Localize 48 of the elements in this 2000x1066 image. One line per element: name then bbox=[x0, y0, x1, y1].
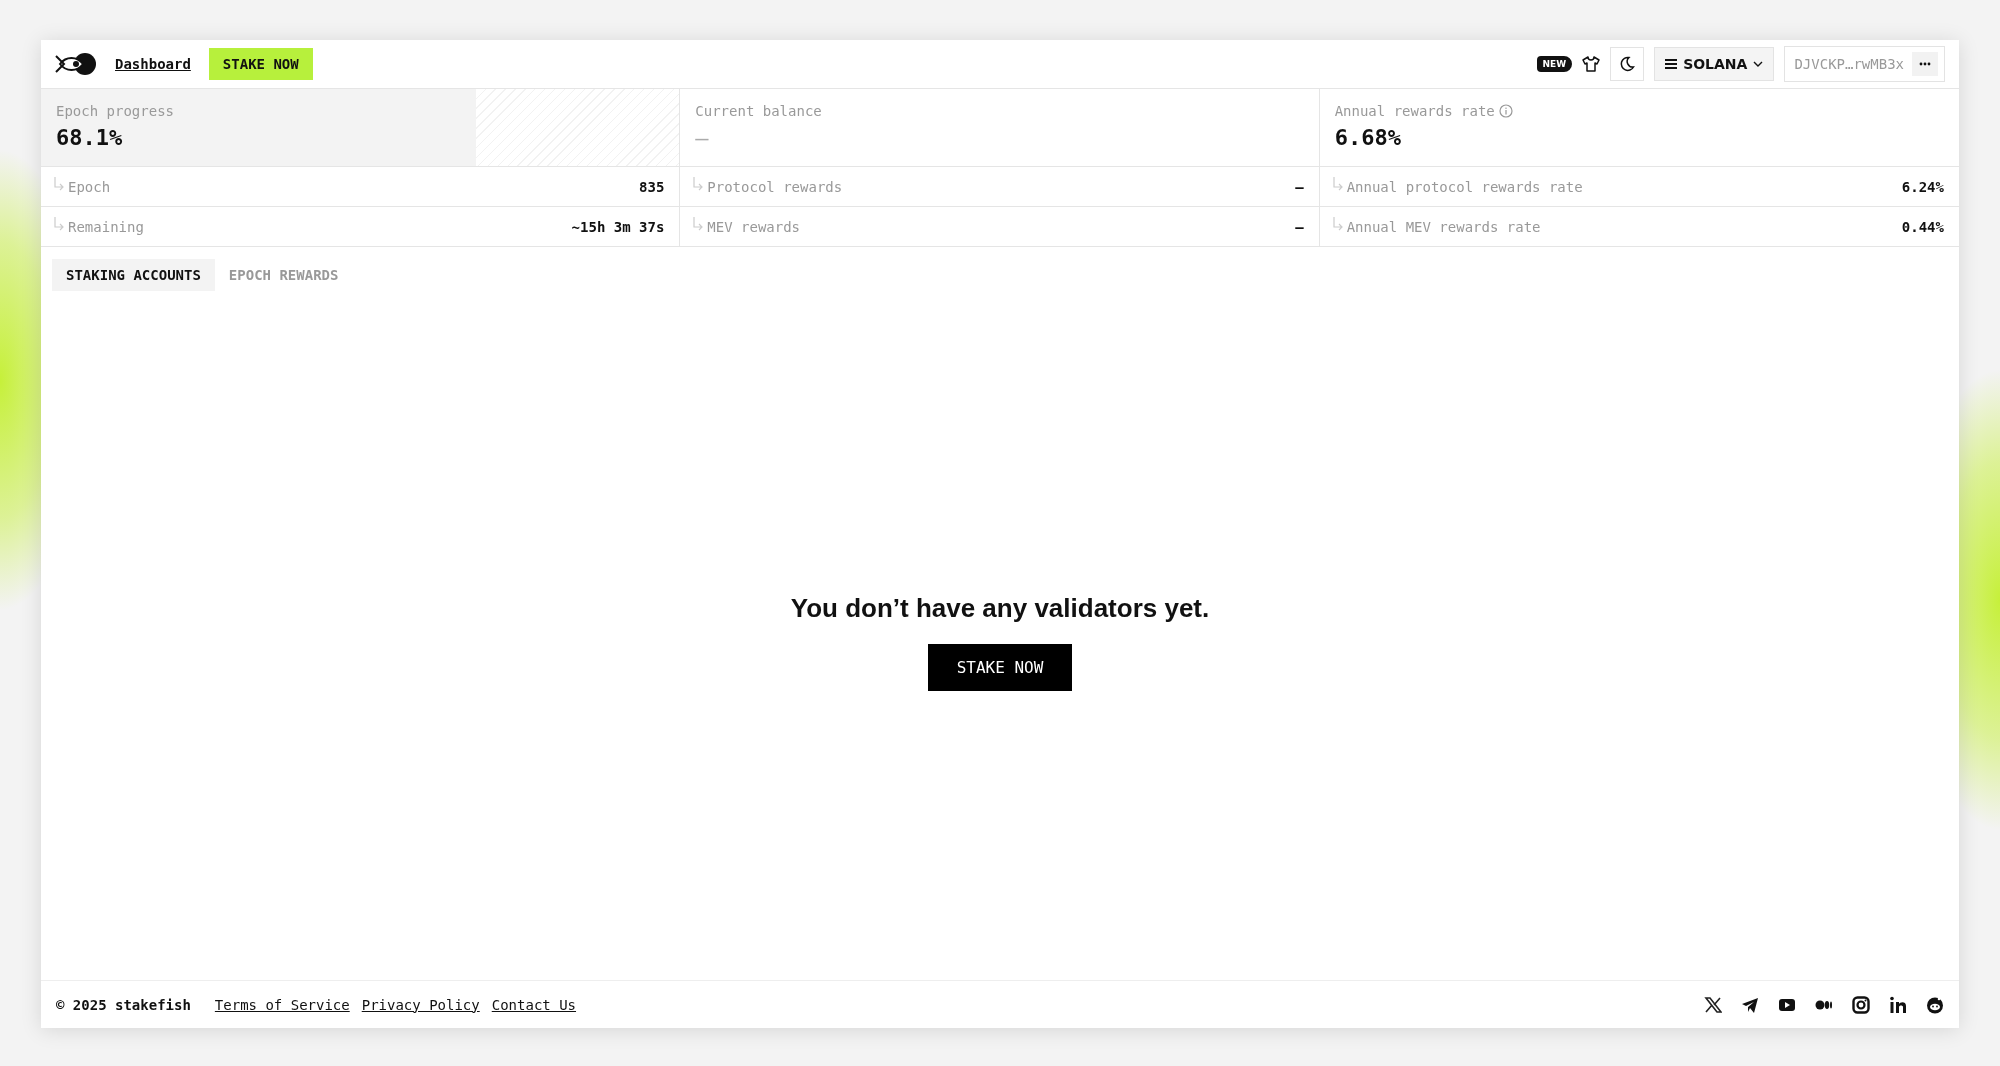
x-logo-icon[interactable] bbox=[1704, 995, 1722, 1014]
tab[interactable]: STAKING ACCOUNTS bbox=[52, 259, 215, 291]
network-dropdown[interactable]: SOLANA bbox=[1654, 47, 1775, 81]
more-icon bbox=[1919, 62, 1931, 66]
sub-arrow-icon bbox=[692, 215, 705, 232]
footer-link[interactable]: Contact Us bbox=[491, 996, 577, 1013]
stake-now-button[interactable]: STAKE NOW bbox=[927, 643, 1073, 691]
more-button[interactable] bbox=[1912, 52, 1938, 76]
stat-value: 68.1% bbox=[56, 125, 124, 150]
empty-message: You don’t have any validators yet. bbox=[790, 592, 1210, 624]
dark-mode-button[interactable] bbox=[1610, 47, 1645, 81]
stat-value: — bbox=[695, 125, 710, 150]
menu-icon bbox=[1665, 59, 1678, 69]
stat-label: Annual protocol rewards rate bbox=[1346, 178, 1584, 195]
chevron-down-icon bbox=[1753, 60, 1764, 68]
footer-link[interactable]: Terms of Service bbox=[214, 996, 350, 1013]
stat-label: MEV rewards bbox=[707, 218, 802, 235]
stake-now-button[interactable]: STAKE NOW bbox=[208, 48, 313, 80]
stat-label: Annual rewards rate bbox=[1334, 103, 1495, 119]
stat-label: Current balance bbox=[695, 103, 822, 119]
sub-arrow-icon bbox=[1331, 175, 1344, 192]
sub-arrow-icon bbox=[53, 175, 65, 192]
in-logo-icon[interactable] bbox=[1889, 995, 1907, 1014]
stat-value: 0.44% bbox=[1901, 218, 1944, 235]
sub-arrow-icon bbox=[1331, 215, 1344, 232]
fish-logo-icon[interactable] bbox=[55, 52, 97, 76]
stat-value: 835 bbox=[639, 178, 665, 195]
camera-icon[interactable] bbox=[1852, 995, 1870, 1014]
sub-arrow-icon bbox=[692, 175, 705, 192]
sub-arrow-icon bbox=[53, 215, 65, 232]
stat-label: Protocol rewards bbox=[707, 178, 844, 195]
new-badge: NEW bbox=[1536, 56, 1573, 72]
stat-value: 6.24% bbox=[1901, 178, 1944, 195]
t-shirt-icon[interactable] bbox=[1582, 55, 1601, 73]
stat-label: Annual MEV rewards rate bbox=[1346, 218, 1542, 235]
stat-value: 6.68% bbox=[1334, 125, 1402, 150]
footer-link[interactable]: Privacy Policy bbox=[361, 996, 480, 1013]
paper-plane-icon[interactable] bbox=[1741, 995, 1759, 1014]
stat-label: Epoch progress bbox=[56, 103, 174, 119]
stat-label: Epoch bbox=[68, 178, 112, 195]
dashboard-link[interactable]: Dashboard bbox=[115, 56, 191, 72]
alien-face-icon[interactable] bbox=[1926, 995, 1944, 1014]
stat-value: – bbox=[1295, 218, 1304, 235]
stat-value: – bbox=[1295, 178, 1304, 195]
stat-value: ~15h 3m 37s bbox=[571, 218, 665, 235]
stat-label: Remaining bbox=[68, 218, 145, 235]
copyright: © 2025 stakefish bbox=[56, 996, 191, 1013]
moon-icon bbox=[1619, 56, 1636, 72]
